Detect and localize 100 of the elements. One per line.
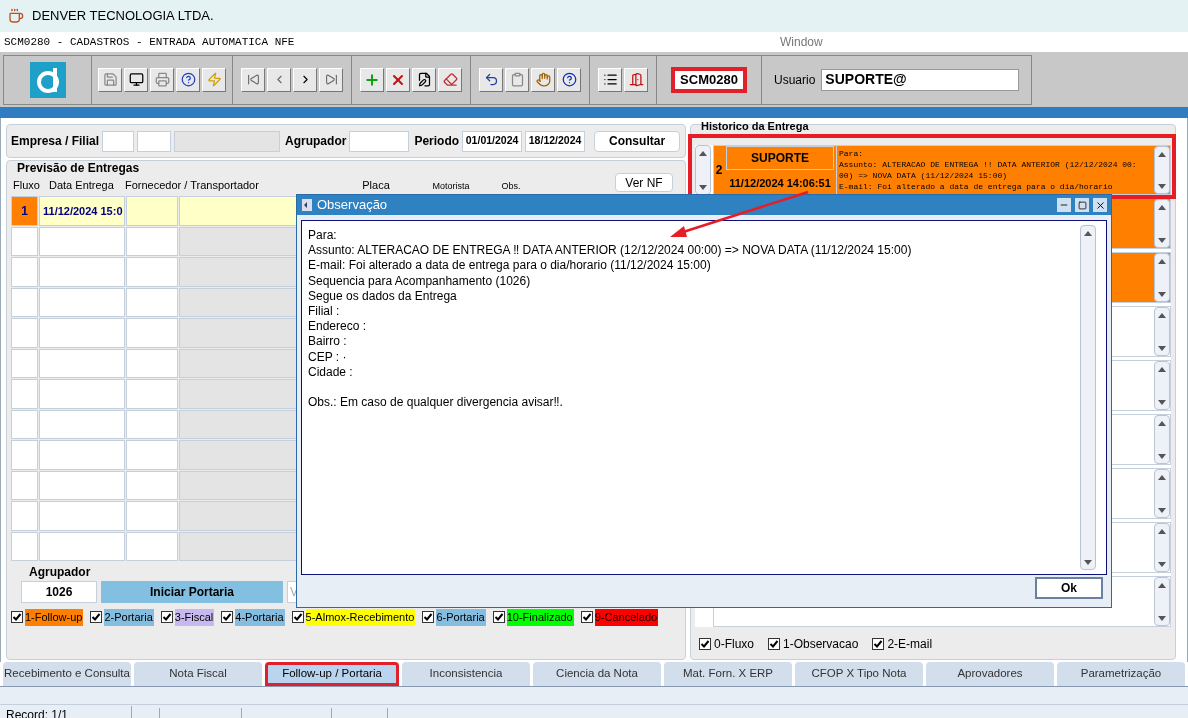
checkbox[interactable] bbox=[422, 611, 435, 624]
column-header: Motorista bbox=[431, 179, 471, 193]
scrollbar[interactable] bbox=[695, 145, 711, 195]
tab[interactable]: CFOP X Tipo Nota bbox=[795, 662, 923, 686]
scrollbar[interactable] bbox=[1154, 361, 1170, 410]
last-record-icon[interactable] bbox=[319, 67, 343, 92]
table-cell bbox=[11, 379, 38, 409]
checkbox[interactable] bbox=[492, 611, 505, 624]
window-icon[interactable] bbox=[124, 67, 148, 92]
empresa-filial-label: Empresa / Filial bbox=[11, 133, 100, 150]
scrollbar[interactable] bbox=[1154, 146, 1170, 194]
table-cell: 11/12/2024 15:0 bbox=[39, 196, 125, 226]
table-cell bbox=[126, 287, 178, 317]
date-from-field[interactable]: 01/01/2024 bbox=[462, 130, 523, 152]
app-icon bbox=[8, 8, 24, 24]
tab[interactable]: Parametrização bbox=[1057, 662, 1185, 686]
undo-icon[interactable] bbox=[479, 67, 503, 92]
search-button[interactable]: Consultar bbox=[594, 130, 681, 152]
table-cell bbox=[11, 440, 38, 470]
help-icon[interactable] bbox=[557, 67, 581, 92]
start-portaria-button[interactable]: Iniciar Portaria bbox=[101, 581, 283, 603]
record-note: Para: Assunto: ALTERACAO DE ENTREGA !! DATA ANTERIOR (12/12/2024 00: 00) => NOVA DATA (11/12/2024 15:00) E-mail: Foi alterado a data de entrega para o dia/horario bbox=[838, 148, 1138, 193]
clipboard-icon[interactable] bbox=[505, 67, 529, 92]
table-cell bbox=[11, 287, 38, 317]
tab[interactable]: Ciencia da Nota bbox=[533, 662, 661, 686]
observation-text: Para: Assunto: ALTERACAO DE ENTREGA ‼ DATA ANTERIOR (12/12/2024 00:00) => NOVA DATA (11/12/2024 15:00) E-mail: Foi alterado a data de entrega para o dia/horario (11/12/2024 15:00) Sequencia para Acompanhamento (1026) Segue os dados da Entrega Filial : Endereco : Bairro : CEP : · Cidade : Obs.: Em caso de qualquer divergencia avisar‼. bbox=[307, 227, 913, 411]
table-cell bbox=[11, 257, 38, 287]
column-header: Placa bbox=[361, 177, 391, 193]
table-cell bbox=[126, 196, 178, 226]
record-number: 2 bbox=[714, 162, 724, 179]
scrollbar[interactable] bbox=[1154, 415, 1170, 464]
exit-icon[interactable] bbox=[624, 67, 648, 92]
record-user: SUPORTE bbox=[726, 146, 834, 170]
add-icon[interactable] bbox=[360, 67, 384, 92]
filter-label: 0-Fluxo bbox=[714, 636, 754, 653]
section-title: Historico da Entrega bbox=[700, 121, 810, 132]
filter-label: 1-Observacao bbox=[783, 636, 859, 653]
edit-document-icon[interactable] bbox=[412, 67, 436, 92]
maximize-button[interactable] bbox=[1075, 198, 1089, 212]
dialog-title: Observação bbox=[317, 196, 389, 215]
form-code-field: SCM0280 bbox=[671, 66, 747, 93]
checkbox[interactable] bbox=[699, 638, 711, 650]
scrollbar[interactable] bbox=[1154, 307, 1170, 356]
scrollbar[interactable] bbox=[1154, 523, 1170, 572]
menu-item[interactable]: Window bbox=[780, 33, 823, 51]
first-record-icon[interactable] bbox=[241, 67, 265, 92]
table-cell bbox=[11, 531, 38, 561]
scrollbar[interactable] bbox=[1154, 199, 1170, 248]
user-field[interactable]: SUPORTE@ bbox=[821, 68, 1020, 91]
next-record-icon[interactable] bbox=[293, 67, 317, 92]
lightning-icon[interactable] bbox=[202, 67, 226, 92]
filial-field[interactable] bbox=[137, 130, 172, 152]
scrollbar[interactable] bbox=[1154, 253, 1170, 302]
legend-label: 1-Follow-up bbox=[25, 609, 84, 626]
maximize-icon bbox=[1077, 200, 1087, 210]
view-nf-button[interactable]: Ver NF bbox=[615, 173, 673, 192]
delete-icon[interactable] bbox=[386, 67, 410, 92]
help-icon[interactable] bbox=[176, 67, 200, 92]
tab[interactable]: Aprovadores bbox=[926, 662, 1054, 686]
previous-record-icon[interactable] bbox=[267, 67, 291, 92]
legend-label: 3-Fiscal bbox=[174, 609, 215, 626]
print-icon[interactable] bbox=[150, 67, 174, 92]
tab[interactable]: Mat. Forn. X ERP bbox=[664, 662, 792, 686]
agrupador-field[interactable] bbox=[349, 130, 410, 152]
date-to-field[interactable]: 18/12/2024 bbox=[525, 130, 586, 152]
window-icon bbox=[301, 198, 313, 212]
checkbox[interactable] bbox=[872, 638, 885, 650]
checkbox[interactable] bbox=[11, 611, 23, 624]
checkbox[interactable] bbox=[580, 611, 593, 624]
hand-icon[interactable] bbox=[531, 67, 555, 92]
table-cell bbox=[126, 531, 178, 561]
app-title: DENVER TECNOLOGIA LTDA. bbox=[32, 7, 214, 26]
tab[interactable]: Inconsistencia bbox=[402, 662, 530, 686]
eraser-icon[interactable] bbox=[438, 67, 462, 92]
scrollbar[interactable] bbox=[1154, 577, 1170, 626]
empresa-field[interactable] bbox=[102, 130, 135, 152]
scrollbar[interactable] bbox=[1154, 469, 1170, 518]
menu-icon[interactable] bbox=[598, 67, 622, 92]
checkbox[interactable] bbox=[160, 611, 173, 624]
table-cell bbox=[126, 348, 178, 378]
tab[interactable]: Nota Fiscal bbox=[134, 662, 262, 686]
minimize-button[interactable] bbox=[1057, 198, 1071, 212]
agrupador-value-field[interactable]: 1026 bbox=[21, 581, 97, 603]
tab[interactable]: Follow-up / Portaria bbox=[265, 662, 399, 686]
legend-label: 6-Portaria bbox=[436, 609, 486, 626]
checkbox[interactable] bbox=[768, 638, 780, 650]
checkbox[interactable] bbox=[90, 611, 103, 624]
table-cell bbox=[11, 501, 38, 531]
ok-button[interactable]: Ok bbox=[1035, 577, 1103, 599]
checkbox[interactable] bbox=[221, 611, 234, 624]
table-cell: 1 bbox=[11, 196, 38, 226]
table-cell bbox=[126, 318, 178, 348]
agrupador-label: Agrupador bbox=[285, 133, 347, 150]
user-label: Usuario bbox=[774, 71, 816, 89]
checkbox[interactable] bbox=[291, 611, 304, 624]
save-icon[interactable] bbox=[98, 67, 122, 92]
legend-label: 2-Portaria bbox=[104, 609, 154, 626]
scrollbar[interactable] bbox=[1080, 225, 1096, 570]
close-button[interactable] bbox=[1093, 198, 1107, 212]
tab[interactable]: Recebimento e Consulta bbox=[3, 662, 131, 686]
